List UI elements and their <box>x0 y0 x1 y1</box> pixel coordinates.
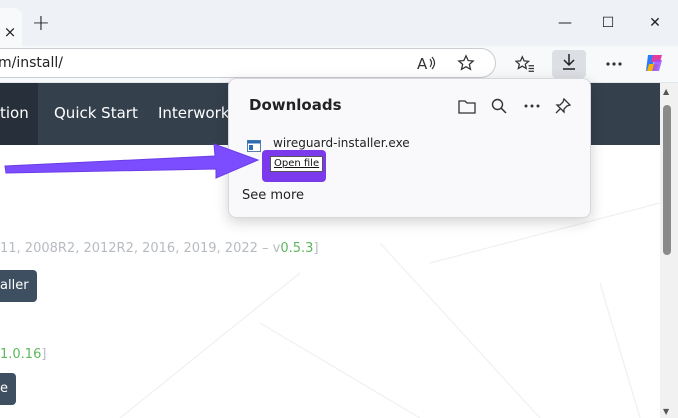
windows-line-suffix: ] <box>313 241 319 256</box>
close-window-button[interactable]: ✕ <box>643 12 667 34</box>
windows-installer-version[interactable]: 0.5.3 <box>280 241 313 256</box>
second-download-button[interactable]: e <box>0 373 16 405</box>
open-file-link[interactable]: Open file <box>270 156 324 172</box>
page-scrollbar[interactable]: ▲ ▼ <box>660 83 678 418</box>
open-folder-icon[interactable] <box>456 95 478 117</box>
version-line-suffix: ] <box>41 347 47 362</box>
copilot-icon[interactable] <box>641 50 667 76</box>
scroll-up-icon[interactable]: ▲ <box>663 87 669 96</box>
search-icon[interactable] <box>488 95 510 117</box>
new-tab-button[interactable]: + <box>30 12 52 36</box>
version-number[interactable]: 1.0.16 <box>0 347 41 362</box>
close-tab-icon[interactable]: × <box>0 22 20 42</box>
version-line: 1.0.16] <box>0 347 46 362</box>
download-file-name[interactable]: wireguard-installer.exe <box>273 136 410 150</box>
open-file-highlight: Open file <box>262 150 326 182</box>
see-more-link[interactable]: See more <box>242 188 304 203</box>
scroll-down-icon[interactable]: ▼ <box>663 407 669 416</box>
more-icon[interactable] <box>601 51 627 77</box>
downloads-title: Downloads <box>249 96 342 114</box>
windows-versions-text: 11, 2008R2, 2012R2, 2016, 2019, 2022 – v <box>0 241 281 256</box>
nav-item-interworking[interactable]: Interworki <box>158 104 234 122</box>
nav-item-quick-start[interactable]: Quick Start <box>54 104 138 122</box>
favorites-list-icon[interactable] <box>512 51 538 77</box>
url-text: m/install/ <box>0 55 63 71</box>
pointer-arrow-annotation <box>4 143 260 179</box>
title-bar: × + — ☐ ✕ <box>0 0 678 46</box>
browser-tab[interactable]: × <box>0 8 22 46</box>
more-options-icon[interactable] <box>521 95 543 117</box>
downloads-button[interactable] <box>552 50 586 78</box>
favorite-star-icon[interactable] <box>453 50 479 76</box>
windows-support-line: 11, 2008R2, 2012R2, 2016, 2019, 2022 – v… <box>0 241 319 256</box>
minimize-button[interactable]: — <box>553 12 577 34</box>
download-installer-button[interactable]: aller <box>0 270 37 302</box>
nav-item-installation[interactable]: tion <box>0 104 29 122</box>
download-icon <box>561 53 577 75</box>
svg-text:A: A <box>417 55 428 72</box>
address-bar[interactable]: m/install/ A <box>0 48 496 78</box>
read-aloud-icon[interactable]: A <box>414 50 440 76</box>
downloads-panel: Downloads wireguard-installer.exe Open f… <box>228 78 591 218</box>
pin-icon[interactable] <box>552 95 574 117</box>
scroll-thumb[interactable] <box>663 105 671 255</box>
maximize-button[interactable]: ☐ <box>596 12 620 34</box>
